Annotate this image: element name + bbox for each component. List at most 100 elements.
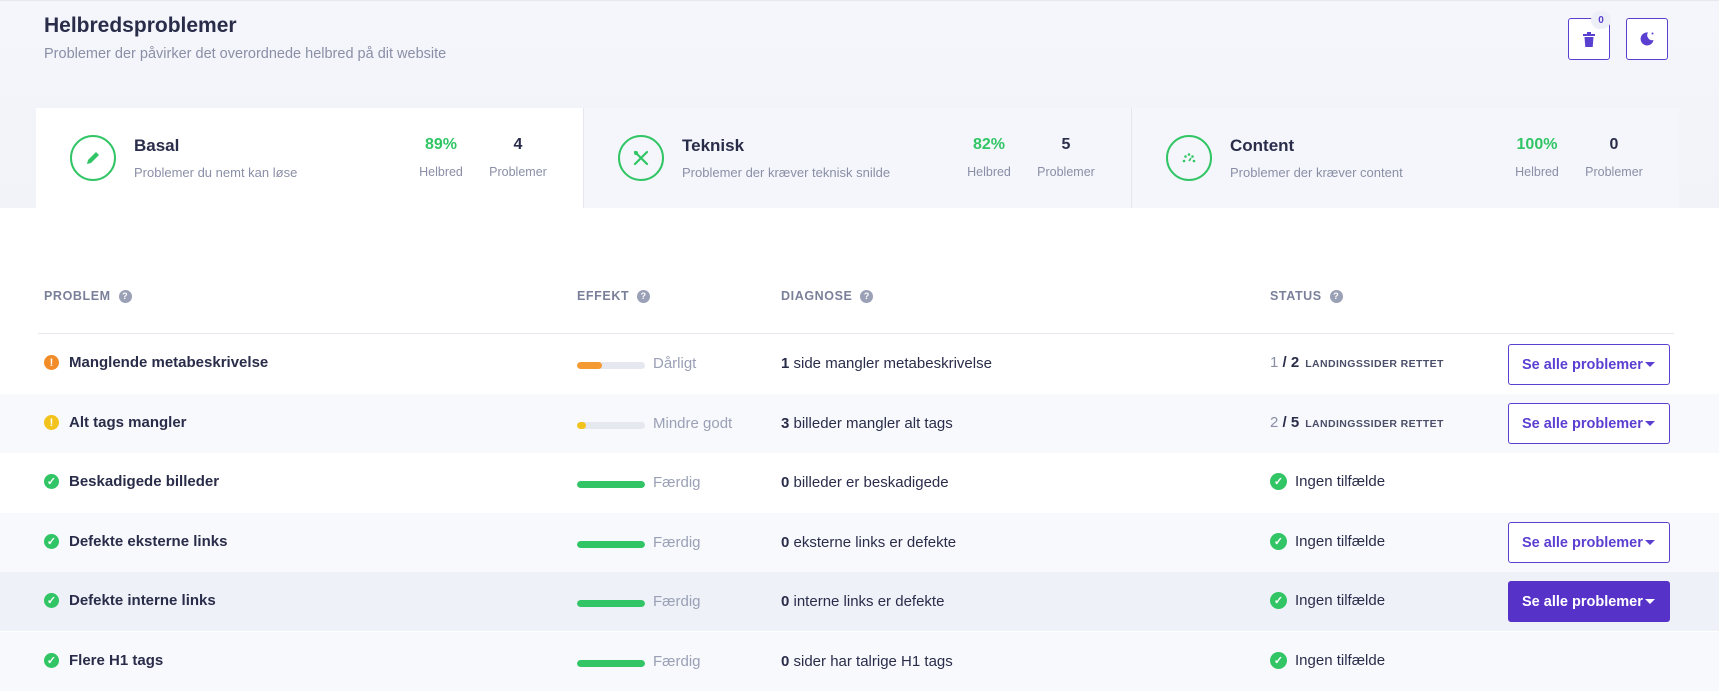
check-icon: ✓ xyxy=(44,534,59,549)
dark-mode-button[interactable] xyxy=(1626,18,1668,60)
check-icon: ✓ xyxy=(1270,533,1287,550)
table-row: ! Manglende metabeskrivelse Dårligt 1 si… xyxy=(0,334,1719,393)
diagnosis-text: interne links er defekte xyxy=(789,593,945,610)
category-card-content[interactable]: Content Problemer der kræver content 100… xyxy=(1132,108,1679,208)
diagnosis: 1 side mangler metabeskrivelse xyxy=(781,355,992,372)
effect-bar-fill xyxy=(577,362,603,369)
status-text: Ingen tilfælde xyxy=(1295,533,1386,550)
status-sep: / xyxy=(1278,354,1291,371)
effect-label: Færdig xyxy=(653,534,701,551)
effect-bar-fill xyxy=(577,541,645,548)
effect-label: Færdig xyxy=(653,653,701,670)
check-icon: ✓ xyxy=(1270,592,1287,609)
help-icon[interactable]: ? xyxy=(118,289,132,303)
check-icon: ✓ xyxy=(44,474,59,489)
diagnosis-text: billeder er beskadigede xyxy=(789,474,949,491)
warning-icon: ! xyxy=(44,415,59,430)
problems-label: Problemer xyxy=(1037,165,1095,179)
see-all-problems-button[interactable]: Se alle problemer xyxy=(1508,581,1670,622)
effect-bar xyxy=(577,541,645,548)
check-icon: ✓ xyxy=(1270,652,1287,669)
effect-bar-fill xyxy=(577,481,645,488)
problem-name: Manglende metabeskrivelse xyxy=(69,354,269,371)
column-header-label: EFFEKT xyxy=(577,289,630,303)
effect-bar xyxy=(577,481,645,488)
status-text: Ingen tilfælde xyxy=(1295,592,1386,609)
problems-value: 4 xyxy=(513,136,523,153)
column-header-diagnose: DIAGNOSE? xyxy=(781,289,874,303)
status-resolved: ✓ Ingen tilfælde xyxy=(1270,533,1385,550)
chevron-down-icon xyxy=(1645,599,1655,604)
button-label: Se alle problemer xyxy=(1522,415,1643,432)
category-subtitle: Problemer du nemt kan løse xyxy=(134,165,298,180)
effect-bar-fill xyxy=(577,422,586,429)
health-value: 100% xyxy=(1516,136,1558,153)
effect-bar xyxy=(577,422,645,429)
health-label: Helbred xyxy=(419,165,463,179)
diagnosis-text: sider har talrige H1 tags xyxy=(789,653,953,670)
category-subtitle: Problemer der kræver teknisk snilde xyxy=(682,165,891,180)
table-header: PROBLEM? EFFEKT? DIAGNOSE? STATUS? xyxy=(0,284,1719,314)
see-all-problems-button[interactable]: Se alle problemer xyxy=(1508,344,1670,385)
trash-icon xyxy=(1583,31,1595,47)
problems-stat: 4 Problemer xyxy=(483,136,553,179)
status-progress: 2 / 5 LANDINGSSIDER RETTET xyxy=(1270,414,1444,431)
column-header-label: DIAGNOSE xyxy=(781,289,853,303)
see-all-problems-button[interactable]: Se alle problemer xyxy=(1508,522,1670,563)
effect-bar-fill xyxy=(577,600,645,607)
status-text: Ingen tilfælde xyxy=(1295,473,1386,490)
status-resolved: ✓ Ingen tilfælde xyxy=(1270,652,1385,669)
chevron-down-icon xyxy=(1645,362,1655,367)
column-header-status: STATUS? xyxy=(1270,289,1343,303)
see-all-problems-button[interactable]: Se alle problemer xyxy=(1508,403,1670,444)
health-label: Helbred xyxy=(1515,165,1559,179)
problems-label: Problemer xyxy=(1585,165,1643,179)
health-value: 89% xyxy=(424,136,458,153)
check-icon: ✓ xyxy=(1270,473,1287,490)
problems-stat: 5 Problemer xyxy=(1031,136,1101,179)
trash-button[interactable]: 0 xyxy=(1568,11,1611,60)
pencil-icon xyxy=(70,135,116,181)
status-suffix: LANDINGSSIDER RETTET xyxy=(1305,418,1444,430)
problem-name: Defekte eksterne links xyxy=(69,533,228,550)
health-stat: 100% Helbred xyxy=(1502,136,1572,179)
diagnosis: 0 sider har talrige H1 tags xyxy=(781,653,953,670)
table-row: ! Alt tags mangler Mindre godt 3 billede… xyxy=(0,394,1719,453)
chevron-down-icon xyxy=(1645,421,1655,426)
status-total: 5 xyxy=(1290,414,1300,431)
help-icon[interactable]: ? xyxy=(860,289,874,303)
problems-value: 0 xyxy=(1609,136,1619,153)
diagnosis: 0 billeder er beskadigede xyxy=(781,474,949,491)
check-icon: ✓ xyxy=(44,593,59,608)
health-value: 82% xyxy=(972,136,1006,153)
column-header-label: STATUS xyxy=(1270,289,1322,303)
help-icon[interactable]: ? xyxy=(637,289,651,303)
diagnosis-text: eksterne links er defekte xyxy=(789,534,957,551)
effect-bar xyxy=(577,600,645,607)
help-icon[interactable]: ? xyxy=(1329,289,1343,303)
effect-label: Færdig xyxy=(653,474,701,491)
category-subtitle: Problemer der kræver content xyxy=(1230,165,1403,180)
effect-bar xyxy=(577,660,645,667)
column-header-effekt: EFFEKT? xyxy=(577,289,651,303)
category-title: Teknisk xyxy=(682,136,745,155)
table-row: ✓ Defekte eksterne links Færdig 0 ekster… xyxy=(0,513,1719,572)
problem-name: Flere H1 tags xyxy=(69,652,164,669)
problems-label: Problemer xyxy=(489,165,547,179)
button-label: Se alle problemer xyxy=(1522,534,1643,551)
trash-count-badge: 0 xyxy=(1591,11,1611,29)
diagnosis: 3 billeder mangler alt tags xyxy=(781,415,953,432)
status-resolved: ✓ Ingen tilfælde xyxy=(1270,473,1385,490)
category-card-teknisk[interactable]: Teknisk Problemer der kræver teknisk sni… xyxy=(584,108,1132,208)
problem-name: Alt tags mangler xyxy=(69,414,187,431)
status-total: 2 xyxy=(1290,354,1300,371)
effect-label: Mindre godt xyxy=(653,415,733,432)
warning-icon: ! xyxy=(44,355,59,370)
category-card-basal[interactable]: Basal Problemer du nemt kan løse 89% Hel… xyxy=(36,108,584,208)
button-label: Se alle problemer xyxy=(1522,356,1643,373)
problems-value: 5 xyxy=(1061,136,1071,153)
chevron-down-icon xyxy=(1645,540,1655,545)
health-stat: 82% Helbred xyxy=(954,136,1024,179)
button-label: Se alle problemer xyxy=(1522,593,1643,610)
problem-name: Defekte interne links xyxy=(69,592,216,609)
